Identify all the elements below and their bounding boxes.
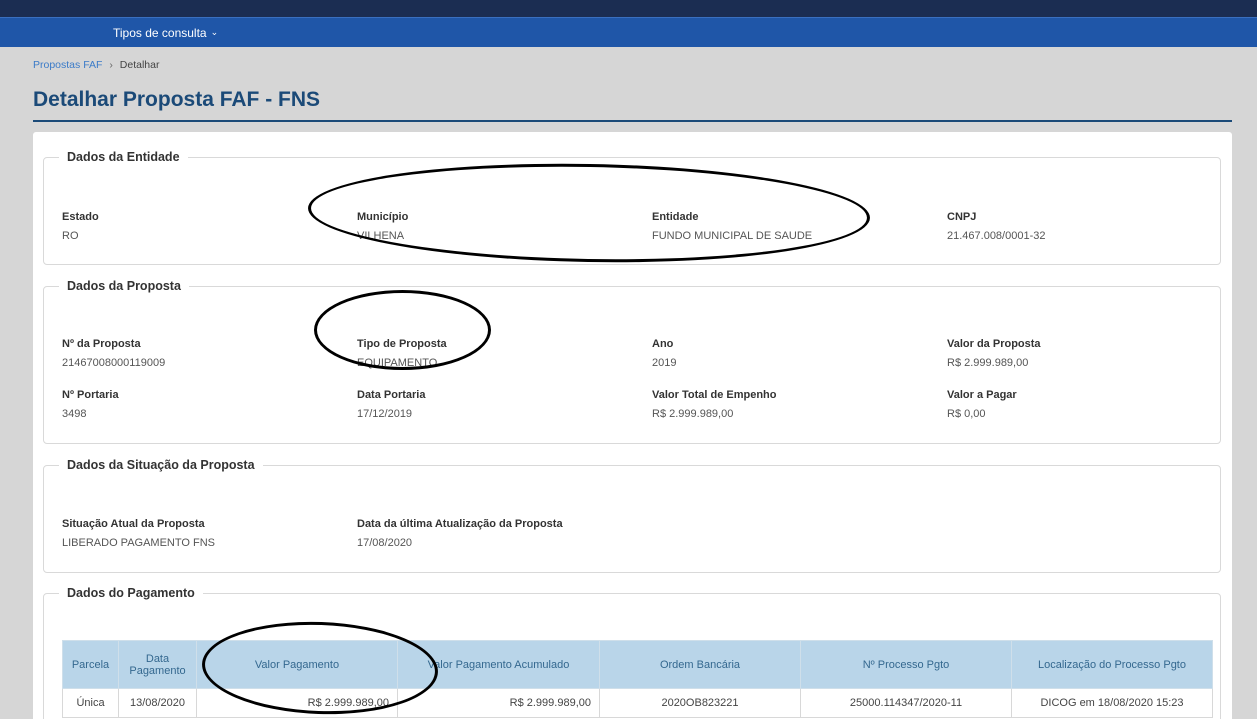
nav-bar: Tipos de consulta ⌄ (0, 17, 1257, 47)
data-portaria-label: Data Portaria (357, 389, 426, 401)
header-data-line2: Pagamento (129, 664, 186, 677)
portaria-value: 3498 (62, 408, 87, 420)
breadcrumb-separator: › (109, 59, 113, 71)
field-data-portaria: Data Portaria 17/12/2019 (357, 389, 425, 420)
top-bar (0, 0, 1257, 17)
valor-a-pagar-label: Valor a Pagar (947, 389, 1017, 401)
estado-label: Estado (62, 211, 99, 223)
tipo-proposta-value: EQUIPAMENTO (357, 357, 438, 369)
data-portaria-value: 17/12/2019 (357, 408, 413, 420)
ano-value: 2019 (652, 357, 677, 369)
field-numero-proposta: Nº da Proposta 21467008000119009 (62, 338, 165, 369)
cell-localizacao: DICOG em 18/08/2020 15:23 (1011, 688, 1213, 718)
field-valor-empenho: Valor Total de Empenho R$ 2.999.989,00 (652, 389, 776, 420)
field-estado: Estado RO (62, 211, 99, 242)
field-municipio: Município VILHENA (357, 211, 408, 242)
header-localizacao: Localização do Processo Pgto (1011, 640, 1213, 689)
field-data-atualizacao: Data da última Atualização da Proposta 1… (357, 518, 563, 549)
municipio-label: Município (357, 211, 409, 223)
cnpj-label: CNPJ (947, 211, 977, 223)
situacao-atual-value: LIBERADO PAGAMENTO FNS (62, 537, 216, 549)
table-row: Única 13/08/2020 R$ 2.999.989,00 R$ 2.99… (62, 688, 1213, 718)
legend-dados-situacao: Dados da Situação da Proposta (67, 458, 255, 472)
nav-tipos-consulta-label: Tipos de consulta (113, 25, 207, 40)
breadcrumb: Propostas FAF › Detalhar (33, 59, 160, 71)
valor-proposta-label: Valor da Proposta (947, 338, 1041, 350)
estado-value: RO (62, 230, 79, 242)
field-cnpj: CNPJ 21.467.008/0001-32 (947, 211, 1045, 242)
entidade-label: Entidade (652, 211, 699, 223)
breadcrumb-link-propostas[interactable]: Propostas FAF (33, 59, 102, 71)
header-valor-acumulado: Valor Pagamento Acumulado (397, 640, 600, 689)
header-parcela: Parcela (62, 640, 119, 689)
title-divider (33, 120, 1232, 122)
breadcrumb-current: Detalhar (119, 59, 160, 71)
municipio-value: VILHENA (357, 230, 405, 242)
valor-proposta-value: R$ 2.999.989,00 (947, 357, 1029, 369)
entidade-value: FUNDO MUNICIPAL DE SAUDE (652, 230, 813, 242)
cell-valor-acumulado: R$ 2.999.989,00 (397, 688, 600, 718)
field-ano: Ano 2019 (652, 338, 676, 369)
numero-proposta-value: 21467008000119009 (62, 357, 166, 369)
chevron-down-icon: ⌄ (210, 27, 219, 37)
page-title: Detalhar Proposta FAF - FNS (33, 88, 321, 111)
fieldset-dados-situacao: Dados da Situação da Proposta Situação A… (43, 458, 1221, 573)
field-valor-proposta: Valor da Proposta R$ 2.999.989,00 (947, 338, 1041, 369)
valor-empenho-label: Valor Total de Empenho (652, 389, 777, 401)
numero-proposta-label: Nº da Proposta (62, 338, 141, 350)
fieldset-dados-pagamento: Dados do Pagamento Parcela Data Pagament… (43, 586, 1221, 719)
field-portaria: Nº Portaria 3498 (62, 389, 119, 420)
cell-numero-processo: 25000.114347/2020-11 (800, 688, 1012, 718)
field-valor-a-pagar: Valor a Pagar R$ 0,00 (947, 389, 1017, 420)
fieldset-dados-proposta: Dados da Proposta Nº da Proposta 2146700… (43, 279, 1221, 444)
legend-dados-proposta: Dados da Proposta (67, 279, 181, 293)
valor-a-pagar-value: R$ 0,00 (947, 408, 986, 420)
data-atualizacao-label: Data da última Atualização da Proposta (357, 518, 563, 530)
portaria-label: Nº Portaria (62, 389, 119, 401)
content-panel: Dados da Entidade Estado RO Município VI… (33, 132, 1232, 719)
header-data-line1: Data (145, 652, 170, 665)
cell-data-pagamento: 13/08/2020 (118, 688, 197, 718)
header-ordem-bancaria: Ordem Bancária (599, 640, 801, 689)
legend-dados-pagamento: Dados do Pagamento (67, 586, 195, 600)
situacao-atual-label: Situação Atual da Proposta (62, 518, 205, 530)
header-numero-processo: Nº Processo Pgto (800, 640, 1012, 689)
fieldset-dados-entidade: Dados da Entidade Estado RO Município VI… (43, 150, 1221, 265)
cell-parcela: Única (62, 688, 119, 718)
field-tipo-proposta: Tipo de Proposta EQUIPAMENTO (357, 338, 447, 369)
header-valor-pagamento: Valor Pagamento (196, 640, 398, 689)
cell-valor-pagamento: R$ 2.999.989,00 (196, 688, 398, 718)
valor-empenho-value: R$ 2.999.989,00 (652, 408, 734, 420)
payment-table: Parcela Data Pagamento Valor Pagamento V… (62, 640, 1213, 718)
field-situacao-atual: Situação Atual da Proposta LIBERADO PAGA… (62, 518, 215, 549)
cnpj-value: 21.467.008/0001-32 (947, 230, 1046, 242)
field-entidade: Entidade FUNDO MUNICIPAL DE SAUDE (652, 211, 812, 242)
payment-table-header-row: Parcela Data Pagamento Valor Pagamento V… (62, 640, 1213, 689)
ano-label: Ano (652, 338, 674, 350)
cell-ordem-bancaria: 2020OB823221 (599, 688, 801, 718)
tipo-proposta-label: Tipo de Proposta (357, 338, 447, 350)
legend-dados-entidade: Dados da Entidade (67, 150, 180, 164)
data-atualizacao-value: 17/08/2020 (357, 537, 413, 549)
header-data-pagamento: Data Pagamento (118, 640, 197, 689)
nav-tipos-consulta[interactable]: Tipos de consulta ⌄ (113, 26, 218, 40)
